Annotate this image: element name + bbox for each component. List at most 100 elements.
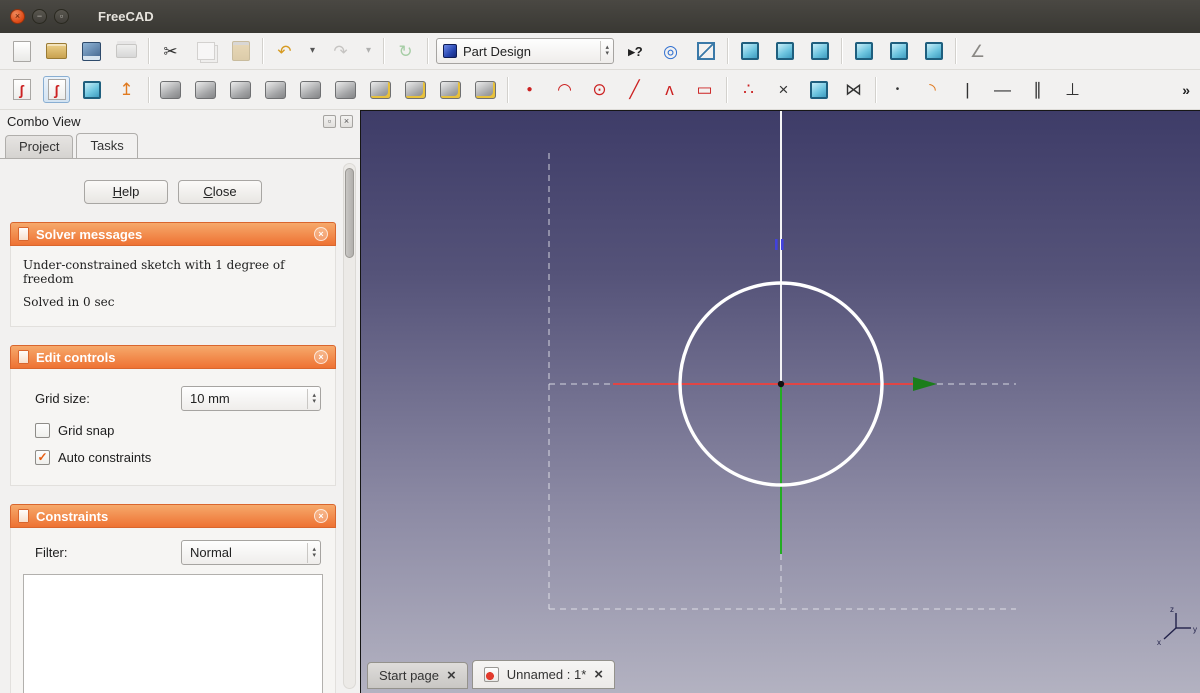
right-view-icon[interactable] bbox=[806, 38, 833, 65]
left-view-icon[interactable] bbox=[920, 38, 947, 65]
constraint-filter-select[interactable]: Normal ▴ ▾ bbox=[181, 540, 321, 565]
open-document-icon[interactable] bbox=[43, 38, 70, 65]
bottom-view-icon[interactable] bbox=[885, 38, 912, 65]
grid-size-select[interactable]: 10 mm ▴ ▾ bbox=[181, 386, 321, 411]
close-tab-icon[interactable]: × bbox=[594, 667, 603, 682]
rear-view-icon[interactable] bbox=[850, 38, 877, 65]
toolbar-separator bbox=[841, 38, 842, 64]
measure-distance-icon[interactable]: ∠ bbox=[964, 38, 991, 65]
trim-edge-icon[interactable]: × bbox=[770, 76, 797, 103]
tab-tasks[interactable]: Tasks bbox=[76, 133, 137, 158]
constraints-title: Constraints bbox=[36, 509, 307, 524]
constrain-perpendicular-icon[interactable]: ⊥ bbox=[1059, 76, 1086, 103]
fit-all-icon[interactable]: ◎ bbox=[657, 38, 684, 65]
new-document-icon[interactable] bbox=[8, 38, 35, 65]
icon-glyph bbox=[230, 81, 251, 99]
axis-cross-x-line bbox=[1164, 628, 1176, 639]
cut-icon[interactable]: ✂ bbox=[157, 38, 184, 65]
axonometric-view-icon[interactable] bbox=[692, 38, 719, 65]
redo-icon[interactable]: ↷ bbox=[327, 38, 354, 65]
print-icon[interactable] bbox=[113, 38, 140, 65]
close-panel-icon[interactable]: × bbox=[340, 115, 353, 128]
view-toolbar: ◎∠ bbox=[657, 38, 991, 65]
constraints-list[interactable] bbox=[23, 574, 323, 693]
3d-viewport[interactable]: z y x Start page × Unnamed : 1* × bbox=[360, 110, 1200, 693]
create-line-icon[interactable]: ╱ bbox=[621, 76, 648, 103]
constrain-lock-icon[interactable]: • bbox=[884, 76, 911, 103]
filter-spinner[interactable]: ▴ ▾ bbox=[307, 543, 316, 563]
whats-this-icon[interactable]: ▸? bbox=[622, 38, 649, 65]
auto-constraints-checkbox[interactable]: ✓ bbox=[35, 450, 50, 465]
workbench-value: Part Design bbox=[463, 44, 594, 59]
icon-glyph: ● bbox=[521, 80, 539, 100]
copy-icon[interactable] bbox=[192, 38, 219, 65]
close-tab-icon[interactable]: × bbox=[447, 668, 456, 683]
edit-sketch-icon[interactable]: ʃ bbox=[43, 76, 70, 103]
origin-point[interactable] bbox=[778, 381, 784, 387]
tab-project[interactable]: Project bbox=[5, 135, 73, 158]
create-rectangle-icon[interactable]: ▭ bbox=[691, 76, 718, 103]
panel-scrollbar[interactable] bbox=[343, 163, 356, 689]
pocket-icon[interactable] bbox=[192, 76, 219, 103]
undo-icon[interactable]: ↶ bbox=[271, 38, 298, 65]
paste-icon[interactable] bbox=[227, 38, 254, 65]
undo-dropdown-icon[interactable]: ▾ bbox=[306, 38, 319, 65]
edit-controls-header[interactable]: Edit controls × bbox=[10, 345, 336, 369]
collapse-section-icon[interactable]: × bbox=[314, 350, 328, 364]
top-view-icon[interactable] bbox=[771, 38, 798, 65]
tab-start-page[interactable]: Start page × bbox=[367, 662, 468, 689]
redo-dropdown-icon[interactable]: ▾ bbox=[362, 38, 375, 65]
create-circle-icon[interactable]: ⊙ bbox=[586, 76, 613, 103]
constraints-header[interactable]: Constraints × bbox=[10, 504, 336, 528]
workbench-selector[interactable]: Part Design ▴ ▾ bbox=[436, 38, 614, 64]
leave-sketch-icon[interactable]: ↥ bbox=[113, 76, 140, 103]
toolbar-separator bbox=[507, 77, 508, 103]
fillet-feature-icon[interactable] bbox=[367, 76, 394, 103]
front-view-icon[interactable] bbox=[736, 38, 763, 65]
symmetry-icon[interactable]: ⋈ bbox=[840, 76, 867, 103]
help-button[interactable]: Help bbox=[84, 180, 168, 204]
constrain-horizontal-icon[interactable]: — bbox=[989, 76, 1016, 103]
constrain-coincident-icon[interactable]: ∴ bbox=[735, 76, 762, 103]
constrain-vertical-icon[interactable]: | bbox=[954, 76, 981, 103]
revolution-icon[interactable] bbox=[227, 76, 254, 103]
additive-pipe-icon[interactable] bbox=[332, 76, 359, 103]
toolbar-overflow-icon[interactable]: » bbox=[1182, 82, 1192, 98]
float-panel-icon[interactable]: ▫ bbox=[323, 115, 336, 128]
tab-unnamed-document[interactable]: Unnamed : 1* × bbox=[472, 660, 615, 689]
create-arc-icon[interactable]: ◠ bbox=[551, 76, 578, 103]
grid-snap-checkbox[interactable] bbox=[35, 423, 50, 438]
panel-scrollbar-thumb[interactable] bbox=[345, 168, 354, 258]
icon-glyph bbox=[82, 42, 101, 61]
external-geometry-icon[interactable] bbox=[805, 76, 832, 103]
thickness-icon[interactable] bbox=[472, 76, 499, 103]
save-document-icon[interactable] bbox=[78, 38, 105, 65]
collapse-section-icon[interactable]: × bbox=[314, 509, 328, 523]
create-polyline-icon[interactable]: ʌ bbox=[656, 76, 683, 103]
minimize-window-button[interactable]: − bbox=[32, 9, 47, 24]
create-point-icon[interactable]: ● bbox=[516, 76, 543, 103]
icon-glyph: • bbox=[889, 80, 907, 100]
constrain-parallel-icon[interactable]: ∥ bbox=[1024, 76, 1051, 103]
workbench-spinner[interactable]: ▴ ▾ bbox=[600, 41, 609, 61]
chamfer-icon[interactable] bbox=[402, 76, 429, 103]
icon-glyph bbox=[335, 81, 356, 99]
groove-icon[interactable] bbox=[262, 76, 289, 103]
solver-status-line: Solved in 0 sec bbox=[23, 295, 325, 309]
maximize-window-button[interactable]: ▫ bbox=[54, 9, 69, 24]
axis-cross-indicator: z y x bbox=[1157, 605, 1197, 647]
solver-messages-header[interactable]: Solver messages × bbox=[10, 222, 336, 246]
grid-size-spinner[interactable]: ▴ ▾ bbox=[307, 389, 316, 409]
refresh-icon[interactable]: ↻ bbox=[392, 38, 419, 65]
grid-size-label: Grid size: bbox=[35, 391, 90, 406]
additive-loft-icon[interactable] bbox=[297, 76, 324, 103]
pad-icon[interactable] bbox=[157, 76, 184, 103]
icon-glyph bbox=[810, 81, 828, 99]
close-window-button[interactable]: × bbox=[10, 9, 25, 24]
draft-icon[interactable] bbox=[437, 76, 464, 103]
create-sketch-icon[interactable]: ʃ bbox=[8, 76, 35, 103]
close-task-button[interactable]: Close bbox=[178, 180, 262, 204]
constrain-arc-icon[interactable]: ◝ bbox=[919, 76, 946, 103]
collapse-section-icon[interactable]: × bbox=[314, 227, 328, 241]
map-sketch-icon[interactable] bbox=[78, 76, 105, 103]
